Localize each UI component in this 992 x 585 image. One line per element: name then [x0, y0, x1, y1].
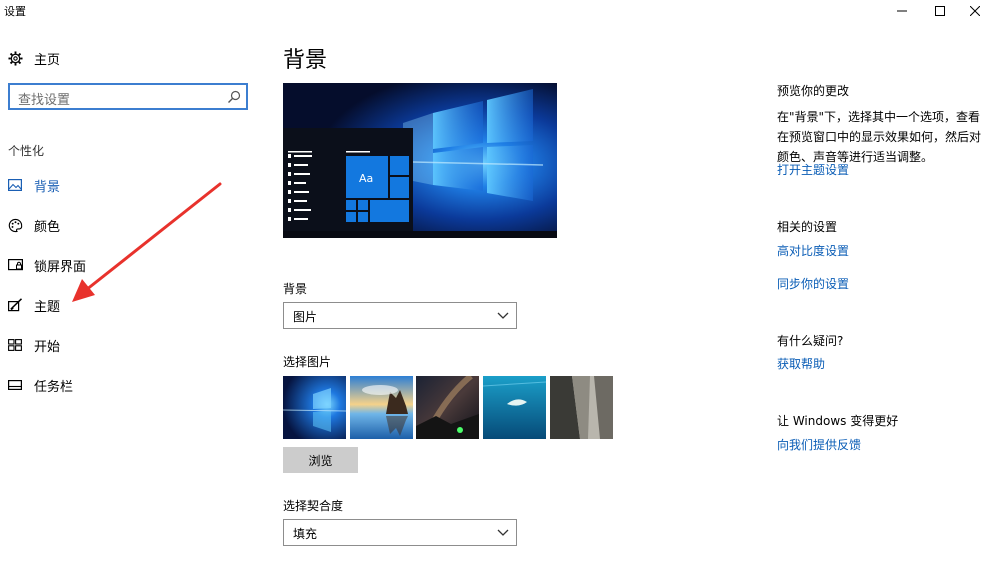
- search-icon[interactable]: [227, 90, 241, 104]
- maximize-button[interactable]: [923, 0, 957, 22]
- preview-changes-title: 预览你的更改: [777, 84, 850, 98]
- picture-thumbnail-windows[interactable]: [283, 376, 346, 439]
- section-title: 个性化: [8, 144, 45, 158]
- background-select[interactable]: 图片: [283, 302, 517, 329]
- chevron-down-icon: [497, 529, 509, 536]
- picture-thumbnail-underwater[interactable]: [483, 376, 546, 439]
- close-button[interactable]: [958, 0, 992, 22]
- search-placeholder: 查找设置: [18, 93, 71, 108]
- choose-picture-label: 选择图片: [283, 355, 332, 369]
- sidebar-item-label: 锁屏界面: [34, 259, 87, 275]
- picture-thumbnail-night-sky[interactable]: [416, 376, 479, 439]
- sidebar-item-lock-screen[interactable]: 锁屏界面: [0, 251, 262, 279]
- high-contrast-settings-link[interactable]: 高对比度设置: [777, 242, 849, 259]
- lock-screen-icon: [7, 257, 23, 273]
- search-input[interactable]: 查找设置: [8, 83, 248, 110]
- open-theme-settings-link[interactable]: 打开主题设置: [777, 161, 849, 178]
- chevron-down-icon: [497, 312, 509, 319]
- get-help-link[interactable]: 获取帮助: [777, 355, 825, 372]
- minimize-icon: [897, 10, 907, 12]
- sidebar-item-label: 背景: [34, 179, 61, 195]
- sidebar-item-taskbar[interactable]: 任务栏: [0, 371, 262, 399]
- related-settings-title: 相关的设置: [777, 220, 838, 234]
- sidebar-item-background[interactable]: 背景: [0, 171, 262, 199]
- sidebar-item-label: 开始: [34, 339, 61, 355]
- background-select-value: 图片: [293, 310, 318, 324]
- page-title: 背景: [283, 48, 328, 73]
- theme-brush-icon: [7, 297, 23, 313]
- desktop-preview: Aa: [283, 83, 557, 238]
- thumbnail-image: [416, 376, 479, 439]
- taskbar-icon: [7, 377, 23, 393]
- maximize-icon: [935, 6, 945, 16]
- sidebar-item-start[interactable]: 开始: [0, 331, 262, 359]
- thumbnail-image: [283, 376, 346, 439]
- picture-thumbnail-beach[interactable]: [350, 376, 413, 439]
- questions-title: 有什么疑问?: [777, 334, 844, 348]
- title-bar: 设置: [0, 0, 992, 22]
- start-grid-icon: [7, 337, 23, 353]
- thumbnail-image: [550, 376, 613, 439]
- picture-thumbnail-cliff[interactable]: [550, 376, 613, 439]
- make-windows-better-title: 让 Windows 变得更好: [777, 414, 899, 428]
- palette-icon: [7, 217, 23, 233]
- home-label: 主页: [34, 52, 61, 68]
- sync-settings-link[interactable]: 同步你的设置: [777, 275, 849, 292]
- preview-tile-text: Aa: [359, 172, 373, 185]
- sidebar-item-label: 任务栏: [34, 379, 74, 395]
- sidebar-item-label: 颜色: [34, 219, 61, 235]
- sidebar: 主页 查找设置 个性化 背景 颜色 锁屏界面 主题 开始 任务栏: [0, 22, 262, 585]
- give-feedback-link[interactable]: 向我们提供反馈: [777, 436, 861, 453]
- windows-wallpaper-preview: Aa: [283, 83, 557, 238]
- picture-icon: [7, 177, 23, 193]
- fit-select[interactable]: 填充: [283, 519, 517, 546]
- browse-button[interactable]: 浏览: [283, 447, 358, 473]
- sidebar-item-label: 主题: [34, 299, 61, 315]
- minimize-button[interactable]: [885, 0, 919, 22]
- app-title: 设置: [4, 5, 26, 18]
- fit-select-value: 填充: [293, 527, 318, 541]
- preview-changes-description: 在"背景"下，选择其中一个选项，查看在预览窗口中的显示效果如何，然后对颜色、声音…: [777, 110, 982, 164]
- home-nav-item[interactable]: 主页: [0, 46, 262, 70]
- close-icon: [970, 6, 980, 16]
- sidebar-item-colors[interactable]: 颜色: [0, 211, 262, 239]
- gear-icon: [7, 50, 23, 66]
- fit-label: 选择契合度: [283, 499, 344, 513]
- thumbnail-image: [483, 376, 546, 439]
- thumbnail-image: [350, 376, 413, 439]
- background-label: 背景: [283, 282, 308, 296]
- sidebar-item-themes[interactable]: 主题: [0, 291, 262, 319]
